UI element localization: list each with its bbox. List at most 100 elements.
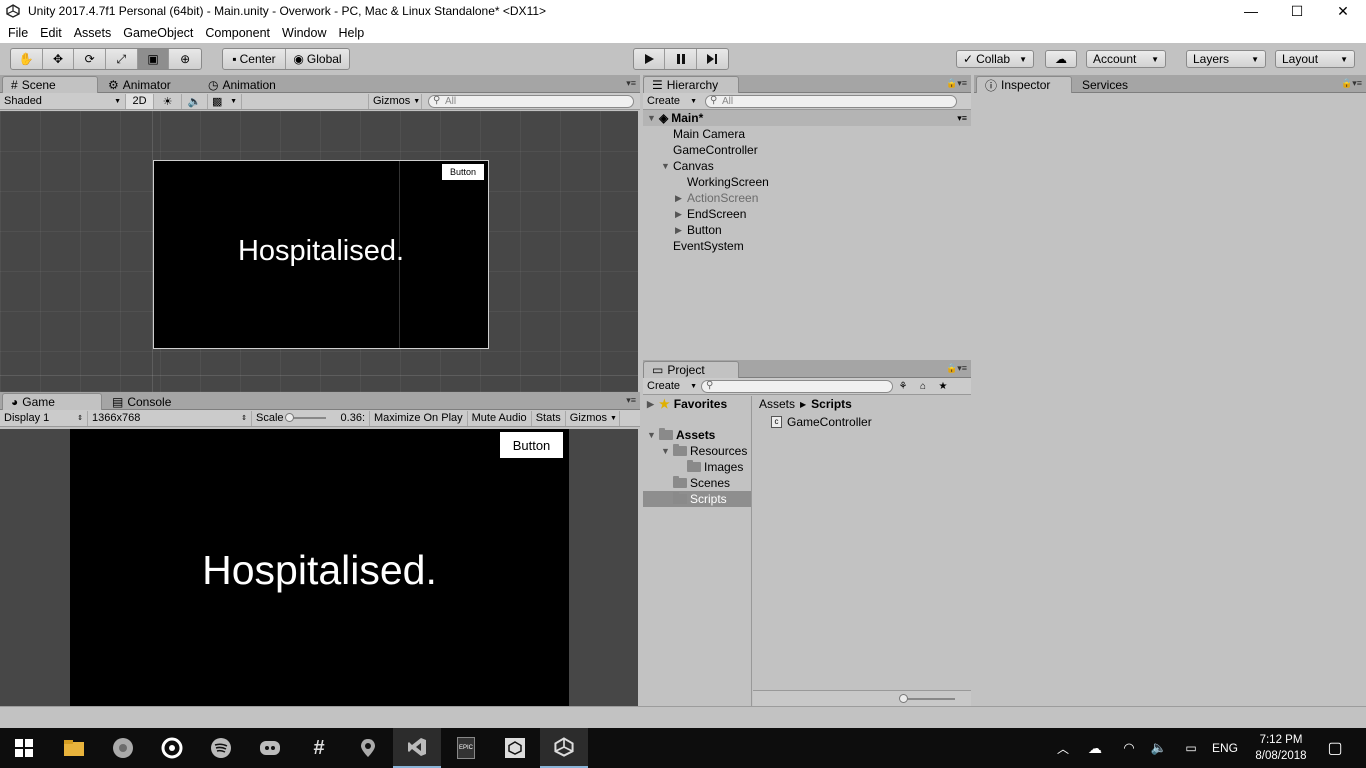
collapse-arrow-icon[interactable]: ▶ (647, 399, 659, 410)
tab-inspector[interactable]: ⓘ Inspector (976, 76, 1072, 93)
images-folder[interactable]: Images (687, 459, 743, 475)
expand-arrow-icon[interactable]: ▼ (661, 446, 673, 456)
menu-window[interactable]: Window (276, 26, 332, 40)
clock[interactable]: 7:12 PM 8/08/2018 (1248, 732, 1314, 764)
rect-tool-icon[interactable]: ▣ (137, 49, 170, 69)
collapse-arrow-icon[interactable]: ▶ (675, 209, 687, 220)
favorite-star-icon[interactable]: ★ (933, 381, 953, 392)
collab-dropdown[interactable]: ✓ Collab ▼ (956, 50, 1034, 68)
windows-start-icon[interactable] (0, 728, 48, 768)
pivot-center-button[interactable]: ▪ Center (223, 49, 287, 69)
lock-menu-icon[interactable]: 🔒▾≡ (946, 363, 967, 374)
game-canvas-button[interactable]: Button (500, 432, 563, 458)
onedrive-cloud-icon[interactable]: ☁ (1084, 728, 1106, 768)
scene-search-input[interactable]: All (428, 94, 634, 108)
cloud-button[interactable]: ☁ (1045, 50, 1077, 68)
project-search-input[interactable] (701, 379, 893, 393)
expand-arrow-icon[interactable]: ▼ (647, 430, 659, 440)
scene-menu-icon[interactable]: ▾≡ (957, 113, 967, 124)
expand-arrow-icon[interactable]: ▼ (661, 161, 673, 171)
menu-assets[interactable]: Assets (68, 26, 118, 40)
layers-dropdown[interactable]: Layers ▼ (1186, 50, 1266, 68)
scene-canvas-preview[interactable]: Hospitalised. Button (153, 160, 489, 349)
menu-component[interactable]: Component (199, 26, 276, 40)
hierarchy-item-canvas[interactable]: ▼ Canvas (661, 158, 714, 174)
tab-scene[interactable]: # Scene (2, 76, 98, 93)
collapse-arrow-icon[interactable]: ▶ (675, 193, 687, 204)
visual-studio-icon[interactable] (393, 728, 441, 768)
tab-services[interactable]: Services (1074, 76, 1136, 93)
game-viewport[interactable]: Hospitalised. Button (0, 429, 638, 706)
resolution-dropdown[interactable]: 1366x768 ⇕ (88, 410, 252, 426)
play-button[interactable] (634, 49, 666, 69)
scenes-folder[interactable]: Scenes (673, 475, 730, 491)
panel-menu-icon[interactable]: ▾≡ (626, 395, 636, 406)
scale-slider[interactable] (285, 413, 326, 422)
panel-menu-icon[interactable]: ▾≡ (626, 78, 636, 89)
menu-file[interactable]: File (2, 26, 34, 40)
slack-icon[interactable]: # (295, 728, 343, 768)
discord-icon[interactable] (246, 728, 294, 768)
scene-canvas-button[interactable]: Button (442, 164, 484, 180)
scale-slider-thumb[interactable] (285, 413, 295, 422)
assets-folder[interactable]: ▼ Assets (647, 427, 715, 443)
minimize-button[interactable]: — (1228, 0, 1274, 22)
filter-label-icon[interactable]: ⌂ (913, 381, 933, 392)
game-gizmos-dropdown[interactable]: Gizmos ▼ (566, 410, 620, 426)
transform-tool-icon[interactable]: ⊕ (169, 49, 201, 69)
scene-header-main[interactable]: ▼ ◈ Main* ▾≡ (643, 110, 971, 126)
close-button[interactable]: ✕ (1320, 0, 1366, 22)
lock-menu-icon[interactable]: 🔒▾≡ (1341, 78, 1362, 89)
lighting-toggle[interactable]: ☀ (154, 93, 182, 109)
maximize-on-play-toggle[interactable]: Maximize On Play (370, 410, 468, 426)
layout-dropdown[interactable]: Layout ▼ (1275, 50, 1355, 68)
audio-toggle[interactable]: 🔈 (182, 93, 208, 109)
hierarchy-item-actionscreen[interactable]: ▶ ActionScreen (675, 190, 758, 206)
hierarchy-item-workingscreen[interactable]: WorkingScreen (687, 174, 769, 190)
2d-toggle[interactable]: 2D (126, 93, 154, 109)
scale-tool-icon[interactable]: ⤢ (106, 49, 138, 69)
hierarchy-item-button[interactable]: ▶ Button (675, 222, 722, 238)
file-explorer-icon[interactable] (50, 728, 98, 768)
tab-project[interactable]: ▭ Project (643, 361, 739, 378)
game-canvas[interactable]: Hospitalised. Button (70, 429, 569, 706)
tab-console[interactable]: ▤ Console (104, 393, 179, 410)
menu-edit[interactable]: Edit (34, 26, 68, 40)
hierarchy-create-dropdown[interactable]: Create ▼ (643, 94, 701, 109)
language-indicator[interactable]: ENG (1210, 728, 1240, 768)
pause-button[interactable] (665, 49, 697, 69)
shading-dropdown[interactable]: Shaded ▼ (0, 93, 126, 109)
favorites-header[interactable]: ▶ ★ Favorites (647, 396, 727, 412)
filter-type-icon[interactable]: ⚘ (893, 381, 913, 392)
unity-editor-icon[interactable] (540, 728, 588, 768)
scene-viewport[interactable]: Hospitalised. Button (0, 111, 638, 397)
stats-toggle[interactable]: Stats (532, 410, 566, 426)
gamecontroller-script[interactable]: c GameController (771, 414, 872, 430)
battery-icon[interactable]: ▭ (1180, 728, 1202, 768)
gizmos-dropdown[interactable]: Gizmos ▼ (368, 93, 422, 109)
icon-size-thumb[interactable] (899, 694, 908, 703)
breadcrumb-scripts[interactable]: Scripts (811, 397, 852, 411)
mute-audio-toggle[interactable]: Mute Audio (468, 410, 532, 426)
pivot-global-button[interactable]: ◉ Global (286, 49, 349, 69)
notifications-icon[interactable]: ▢ (1320, 728, 1350, 768)
maximize-button[interactable]: ☐ (1274, 0, 1320, 22)
icon-size-slider[interactable] (903, 698, 955, 700)
tab-game[interactable]: ◕ Game (2, 393, 102, 410)
hierarchy-item-gamecontroller[interactable]: GameController (673, 142, 758, 158)
expand-arrow-icon[interactable]: ▼ (647, 113, 659, 123)
move-tool-icon[interactable]: ✥ (43, 49, 75, 69)
epic-games-icon[interactable]: EPIC (442, 728, 490, 768)
hierarchy-item-main-camera[interactable]: Main Camera (673, 126, 745, 142)
origin-icon[interactable] (148, 728, 196, 768)
unity-hub-icon[interactable] (491, 728, 539, 768)
account-dropdown[interactable]: Account ▼ (1086, 50, 1166, 68)
collapse-arrow-icon[interactable]: ▶ (675, 225, 687, 236)
step-button[interactable] (697, 49, 728, 69)
tab-hierarchy[interactable]: ☰ Hierarchy (643, 76, 739, 93)
project-create-dropdown[interactable]: Create ▼ (643, 379, 701, 394)
scripts-folder[interactable]: Scripts (643, 491, 751, 507)
breadcrumb-assets[interactable]: Assets (759, 397, 795, 411)
chevron-up-icon[interactable]: ︿ (1052, 728, 1074, 768)
volume-icon[interactable]: 🔈 (1148, 728, 1170, 768)
